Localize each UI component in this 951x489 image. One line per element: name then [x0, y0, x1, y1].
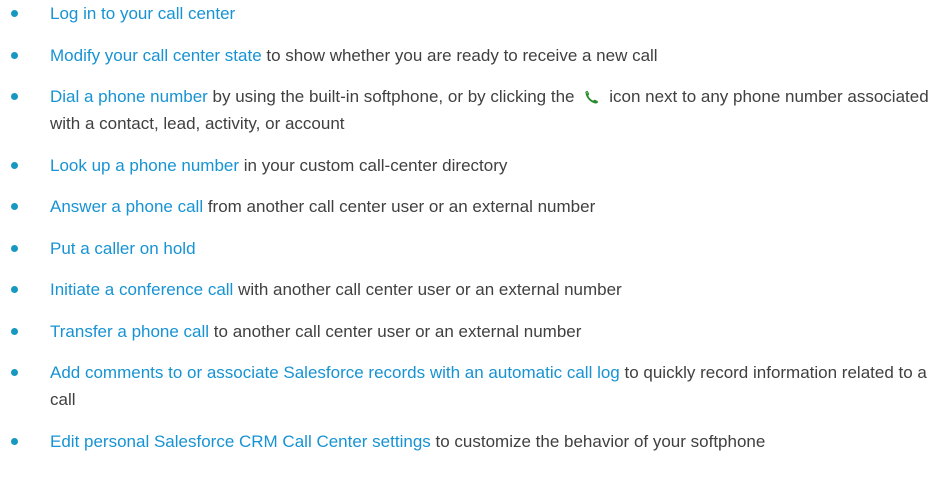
settings-link[interactable]: Edit personal Salesforce CRM Call Center…	[50, 432, 431, 451]
answer-call-link[interactable]: Answer a phone call	[50, 197, 203, 216]
bullet-dot	[11, 203, 18, 210]
conference-call-link[interactable]: Initiate a conference call	[50, 280, 233, 299]
bullet-dot	[11, 10, 18, 17]
phone-icon[interactable]	[583, 89, 603, 105]
list-item-dial-number: Dial a phone number by using the built-i…	[0, 83, 940, 137]
bullet-dot	[11, 437, 18, 445]
bullet-dot	[11, 93, 18, 100]
bullet-dot	[11, 51, 18, 59]
item-text: in your custom call-center directory	[239, 155, 508, 175]
item-text: to customize the behavior of your softph…	[430, 431, 766, 451]
modify-state-link[interactable]: Modify your call center state	[50, 46, 262, 65]
bullet-dot	[11, 286, 18, 293]
call-log-link[interactable]: Add comments to or associate Salesforce …	[50, 363, 620, 382]
transfer-call-link[interactable]: Transfer a phone call	[50, 322, 209, 341]
list-item-look-up: Look up a phone number in your custom ca…	[0, 152, 951, 179]
bullet-dot	[11, 161, 18, 169]
list-item-hold: Put a caller on hold	[0, 235, 951, 262]
look-up-link[interactable]: Look up a phone number	[50, 156, 239, 175]
list-item-call-log: Add comments to or associate Salesforce …	[0, 359, 940, 413]
list-item-conference: Initiate a conference call with another …	[0, 276, 951, 303]
item-text: from another call center user or an exte…	[203, 197, 596, 216]
item-text: to another call center user or an extern…	[209, 321, 582, 341]
list-item-settings: Edit personal Salesforce CRM Call Center…	[0, 428, 951, 455]
bullet-dot	[11, 244, 18, 252]
item-text: with another call center user or an exte…	[233, 280, 622, 299]
list-item-answer-call: Answer a phone call from another call ce…	[0, 193, 951, 220]
list-item-transfer: Transfer a phone call to another call ce…	[0, 318, 951, 345]
bullet-dot	[11, 327, 18, 335]
feature-list: Log in to your call center Modify your c…	[0, 0, 951, 455]
hold-link[interactable]: Put a caller on hold	[50, 239, 196, 258]
item-text: to show whether you are ready to receive…	[261, 45, 658, 65]
dial-number-link[interactable]: Dial a phone number	[50, 87, 208, 106]
item-text: by using the built-in softphone, or by c…	[207, 87, 575, 106]
bullet-dot	[11, 369, 18, 376]
log-in-link[interactable]: Log in to your call center	[50, 4, 235, 23]
list-item-modify-state: Modify your call center state to show wh…	[0, 42, 951, 69]
list-item-log-in: Log in to your call center	[0, 0, 951, 27]
